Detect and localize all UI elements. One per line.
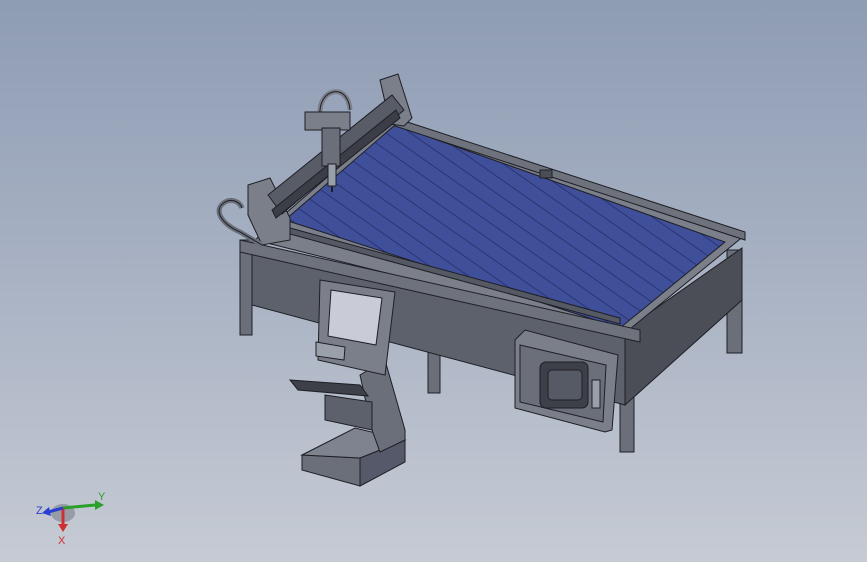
x-axis-label: X [58,535,66,547]
z-axis-label: Z [36,505,43,517]
model-viewport[interactable]: Y X Z [0,0,867,562]
y-axis-label: Y [98,491,106,503]
cad-model-view[interactable] [0,0,867,562]
axis-triad: Y X Z [36,491,106,547]
